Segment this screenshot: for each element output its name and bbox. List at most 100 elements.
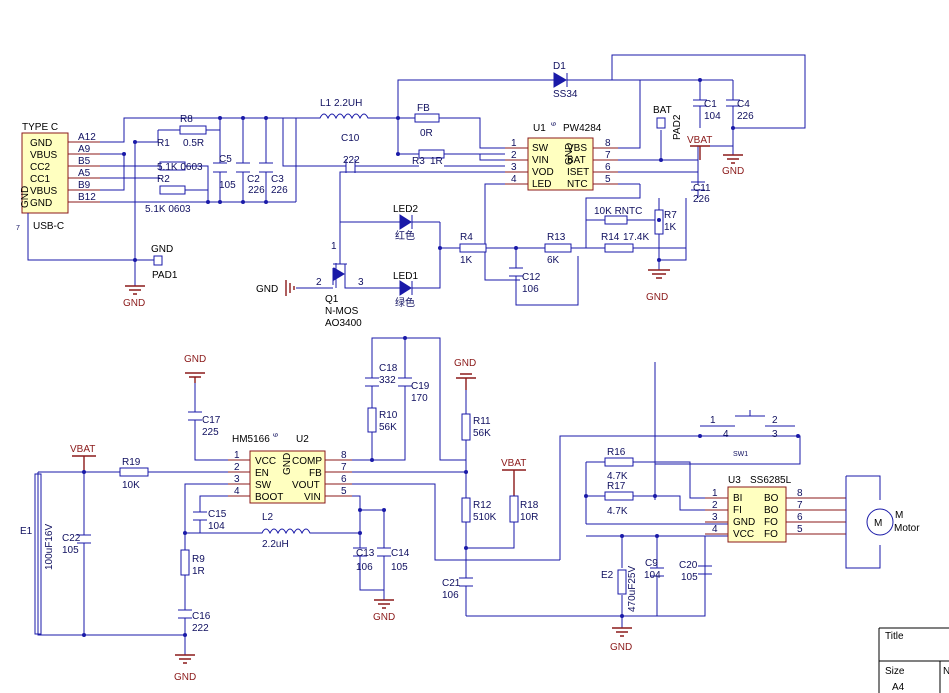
r1-value: 5.1K 0603 [157, 162, 203, 173]
schematic-drawing: TYPE C USB-C 7 GND VBUS CC2 CC1 VBUS GND… [16, 54, 949, 693]
c14-ref: C14 [391, 548, 410, 559]
sw1-pin2: 2 [772, 415, 778, 426]
u1-pin-led: LED [532, 179, 551, 190]
c10-value: 222 [343, 155, 360, 166]
c17-ref: C17 [202, 415, 221, 426]
c9-ref: C9 [645, 558, 658, 569]
usb-pin-a12: A12 [78, 132, 96, 143]
e1-value: 100uF16V [44, 524, 55, 570]
u3-ref: U3 [728, 475, 741, 486]
title-label: Title [885, 631, 904, 642]
rntc-thermistor [604, 215, 628, 225]
u3-n5: 5 [797, 524, 803, 535]
u1-ref: U1 [533, 123, 546, 134]
u3-part: SS6285L [750, 475, 792, 486]
c11-ref: C11 [693, 183, 711, 194]
r12-value: 510K [473, 512, 497, 523]
u3-pin-bo1: BO [764, 493, 779, 504]
usb-pin-b9: B9 [78, 180, 91, 191]
u2-pin-comp: COMP [292, 456, 322, 467]
c22-value: 105 [62, 545, 79, 556]
gnd-label-c4: GND [722, 166, 744, 177]
r8-value: 0.5R [183, 138, 204, 149]
u2-pin-sw: SW [255, 480, 272, 491]
rntc-label: 10K RNTC [594, 206, 642, 217]
q1-type: N-MOS [325, 306, 359, 317]
l2-value: 2.2uH [262, 539, 289, 550]
l1-value: 2.2UH [334, 98, 362, 109]
c18-ref: C18 [379, 363, 398, 374]
e1-ref: E1 [20, 526, 33, 537]
usb-connector: TYPE C USB-C 7 GND VBUS CC2 CC1 VBUS GND… [16, 122, 100, 232]
u1-n5: 5 [605, 174, 611, 185]
r11-ref: R11 [473, 416, 491, 427]
c12-value: 106 [522, 284, 539, 295]
usb-pin-a5: A5 [78, 168, 91, 179]
u1-n6: 6 [605, 162, 611, 173]
u1-n1: 1 [511, 138, 517, 149]
r8-resistor [179, 125, 207, 135]
u2-ref: U2 [296, 434, 309, 445]
r18-value: 10R [520, 512, 538, 523]
c21-value: 106 [442, 590, 459, 601]
u2-n1: 1 [234, 450, 240, 461]
gnd-label-c16: GND [174, 672, 196, 683]
r9-resistor [180, 549, 190, 576]
u3-pin-gnd: GND [733, 517, 755, 528]
c1-value: 104 [704, 111, 721, 122]
q1-pin2: 2 [316, 277, 322, 288]
r11-value: 56K [473, 428, 491, 439]
u2-n5: 5 [341, 486, 347, 497]
d1-value: SS34 [553, 89, 578, 100]
c22-ref: C22 [62, 533, 81, 544]
u1-ic: U1 PW4284 9 GND SW VIN VOD LED VBS BAT I… [505, 122, 618, 191]
r4-resistor [459, 243, 487, 253]
c5-value: 105 [219, 180, 236, 191]
fb-value: 0R [420, 128, 433, 139]
u2-n2: 2 [234, 462, 240, 473]
r19-ref: R19 [122, 457, 141, 468]
usb-footer: USB-C [33, 221, 64, 232]
e2-ref: E2 [601, 570, 614, 581]
sw1-switch: 1 2 4 3 SW1 [698, 410, 800, 458]
c12-ref: C12 [522, 272, 541, 283]
u1-n3: 3 [511, 162, 517, 173]
u3-n4: 4 [712, 524, 718, 535]
r17-value: 4.7K [607, 506, 628, 517]
r10-ref: R10 [379, 410, 398, 421]
c3-ref: C3 [271, 174, 284, 185]
r2-resistor [159, 185, 186, 195]
u1-n2: 2 [511, 150, 517, 161]
q1-ref: Q1 [325, 294, 339, 305]
usb-pin-cc2: CC2 [30, 162, 50, 173]
motor-label: Motor [894, 523, 920, 534]
sw1-pin3: 3 [772, 429, 778, 440]
pad1-gnd-label: GND [151, 244, 173, 255]
u3-pin-bi: BI [733, 493, 742, 504]
u3-pin-fo2: FO [764, 529, 778, 540]
r9-value: 1R [192, 566, 205, 577]
r16-resistor [604, 457, 634, 467]
usb-title: TYPE C [22, 122, 58, 133]
r9-ref: R9 [192, 554, 205, 565]
u2-pin-vcc: VCC [255, 456, 276, 467]
vbat-label-top: VBAT [687, 135, 712, 146]
usb-pin-gnd1: GND [30, 138, 52, 149]
usb-pin-gnd2: GND [30, 198, 52, 209]
usb-pin-a9: A9 [78, 144, 91, 155]
gnd-label-r11: GND [454, 358, 476, 369]
r13-value: 6K [547, 255, 560, 266]
d1-ref: D1 [553, 61, 566, 72]
u3-n2: 2 [712, 500, 718, 511]
c15-ref: C15 [208, 509, 227, 520]
led1-ref: LED1 [393, 271, 418, 282]
u2-pin-vin: VIN [304, 492, 321, 503]
c13-value: 106 [356, 562, 373, 573]
c19-value: 170 [411, 393, 428, 404]
r10-value: 56K [379, 422, 397, 433]
r19-resistor [119, 467, 149, 477]
gnd-label-q1: GND [256, 284, 278, 295]
pad2-label: PAD2 [672, 114, 683, 140]
u1-pin9: 9 [549, 122, 556, 126]
c15-value: 104 [208, 521, 225, 532]
